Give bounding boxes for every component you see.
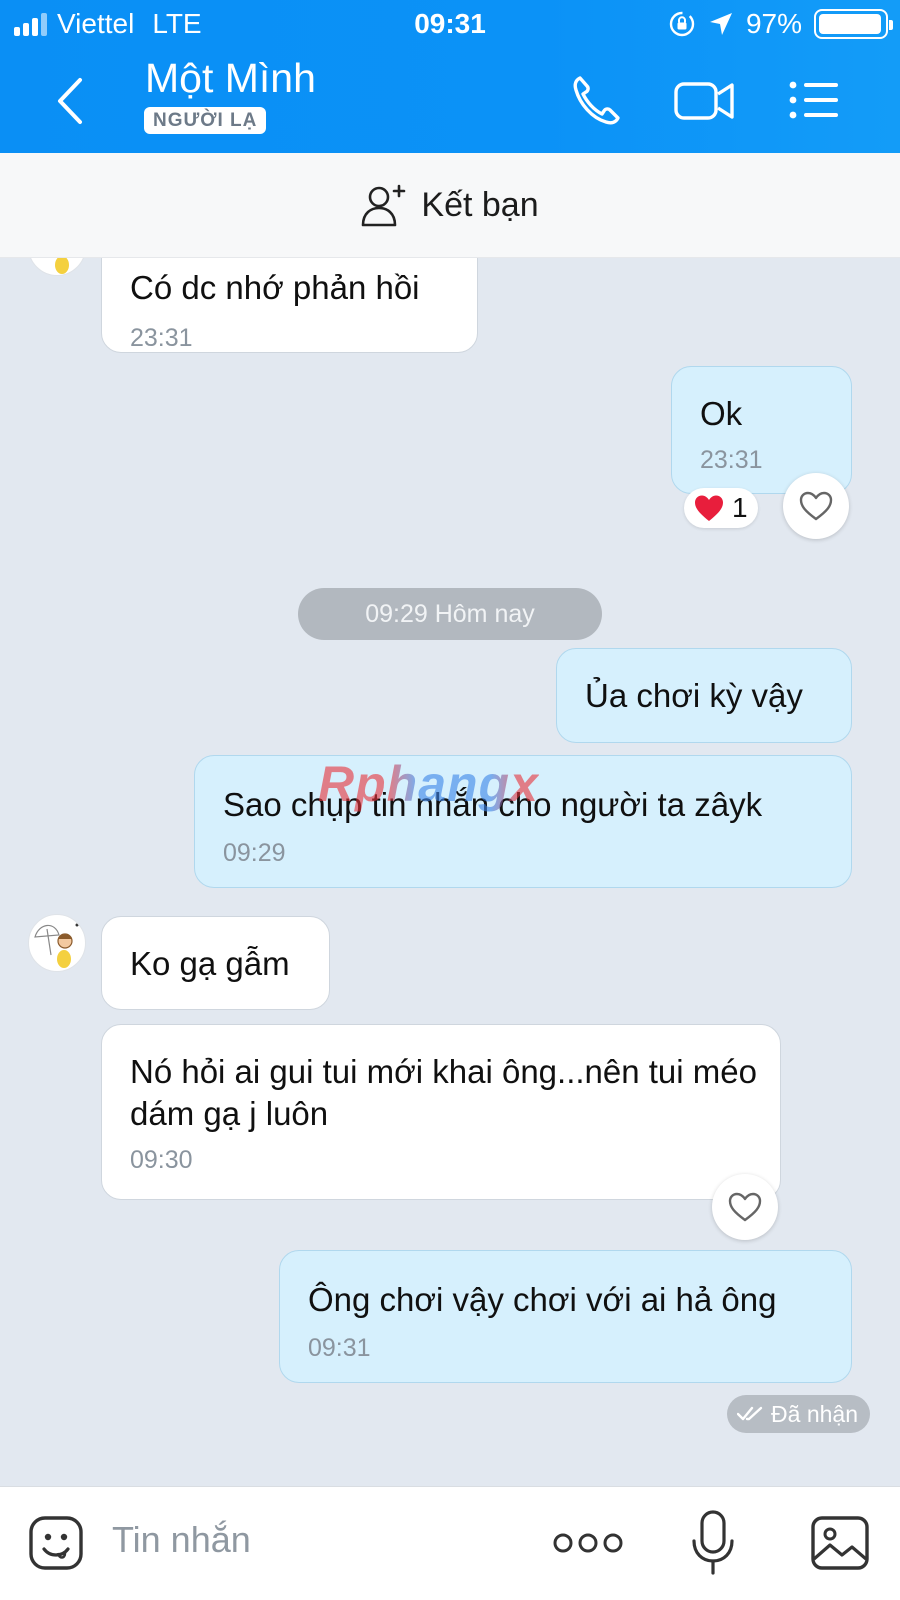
- reaction-count: 1: [732, 492, 748, 523]
- avatar-image: [55, 258, 69, 274]
- message-text: Có dc nhớ phản hồi: [130, 269, 420, 306]
- stranger-badge: NGƯỜI LẠ: [144, 107, 267, 134]
- watermark: Rphangx: [318, 756, 539, 812]
- add-friend-label: Kết bạn: [421, 185, 539, 224]
- message-text: Nó hỏi ai gui tui mới khai ông...nên tui…: [130, 1053, 757, 1132]
- chat-header: Viettel LTE 09:31 97% Một Mình NGƯỜI LẠ: [0, 0, 900, 153]
- message-bubble-outgoing[interactable]: Ông chơi vậy chơi với ai hả ông 09:31: [279, 1250, 852, 1383]
- message-bubble-incoming[interactable]: Có dc nhớ phản hồi 23:31: [101, 258, 478, 353]
- like-button[interactable]: [712, 1174, 778, 1240]
- more-icon[interactable]: [552, 1531, 624, 1555]
- status-right: 97%: [668, 8, 893, 40]
- message-bubble-outgoing[interactable]: Ủa chơi kỳ vậy: [556, 648, 852, 743]
- message-time: 09:29: [223, 839, 286, 867]
- message-time: 23:31: [130, 324, 193, 352]
- message-bubble-incoming[interactable]: Ko gạ gẫm: [101, 916, 330, 1010]
- like-button[interactable]: [783, 473, 849, 539]
- battery-fill: [819, 14, 882, 34]
- phone-icon[interactable]: [570, 72, 622, 128]
- back-icon[interactable]: [48, 74, 92, 128]
- microphone-icon[interactable]: [690, 1509, 736, 1579]
- message-text: Ok: [700, 395, 743, 432]
- heart-outline-icon: [728, 1192, 762, 1222]
- avatar-image: [34, 923, 79, 968]
- message-time: 09:31: [308, 1334, 371, 1362]
- contact-avatar[interactable]: [28, 914, 86, 972]
- location-icon: [709, 13, 732, 35]
- message-bubble-incoming[interactable]: Nó hỏi ai gui tui mới khai ông...nên tui…: [101, 1024, 781, 1200]
- image-icon[interactable]: [810, 1515, 870, 1571]
- battery-icon: [814, 9, 893, 39]
- received-status-label: Đã nhận: [771, 1401, 858, 1427]
- heart-reaction-icon: [695, 495, 723, 521]
- double-check-icon: [737, 1406, 763, 1421]
- message-input[interactable]: Tin nhắn: [112, 1519, 251, 1561]
- reaction-badge[interactable]: 1: [684, 488, 758, 528]
- status-bar: Viettel LTE 09:31 97%: [0, 0, 900, 50]
- contact-avatar[interactable]: [28, 258, 86, 276]
- message-input-bar: Tin nhắn: [0, 1486, 900, 1600]
- menu-icon[interactable]: [786, 72, 842, 128]
- message-text: Ko gạ gẫm: [130, 945, 290, 982]
- emoji-icon[interactable]: [28, 1515, 84, 1571]
- battery-percent: 97%: [745, 8, 802, 39]
- message-text: Ông chơi vậy chơi với ai hả ông: [308, 1281, 777, 1318]
- rotation-lock-icon: [669, 11, 695, 37]
- add-friend-icon: [362, 184, 406, 227]
- date-separator: 09:29 Hôm nay: [298, 588, 602, 640]
- received-status-badge: Đã nhận: [727, 1395, 870, 1433]
- message-time: 23:31: [700, 446, 763, 474]
- message-text: Ủa chơi kỳ vậy: [585, 677, 803, 714]
- heart-outline-icon: [799, 491, 833, 521]
- message-time: 09:30: [130, 1146, 193, 1174]
- chat-area[interactable]: Có dc nhớ phản hồi 23:31 Ok 23:31 1 09:2…: [0, 258, 900, 1486]
- video-call-icon[interactable]: [672, 72, 736, 128]
- add-friend-bar[interactable]: Kết bạn: [0, 153, 900, 258]
- contact-name[interactable]: Một Mình: [145, 55, 316, 102]
